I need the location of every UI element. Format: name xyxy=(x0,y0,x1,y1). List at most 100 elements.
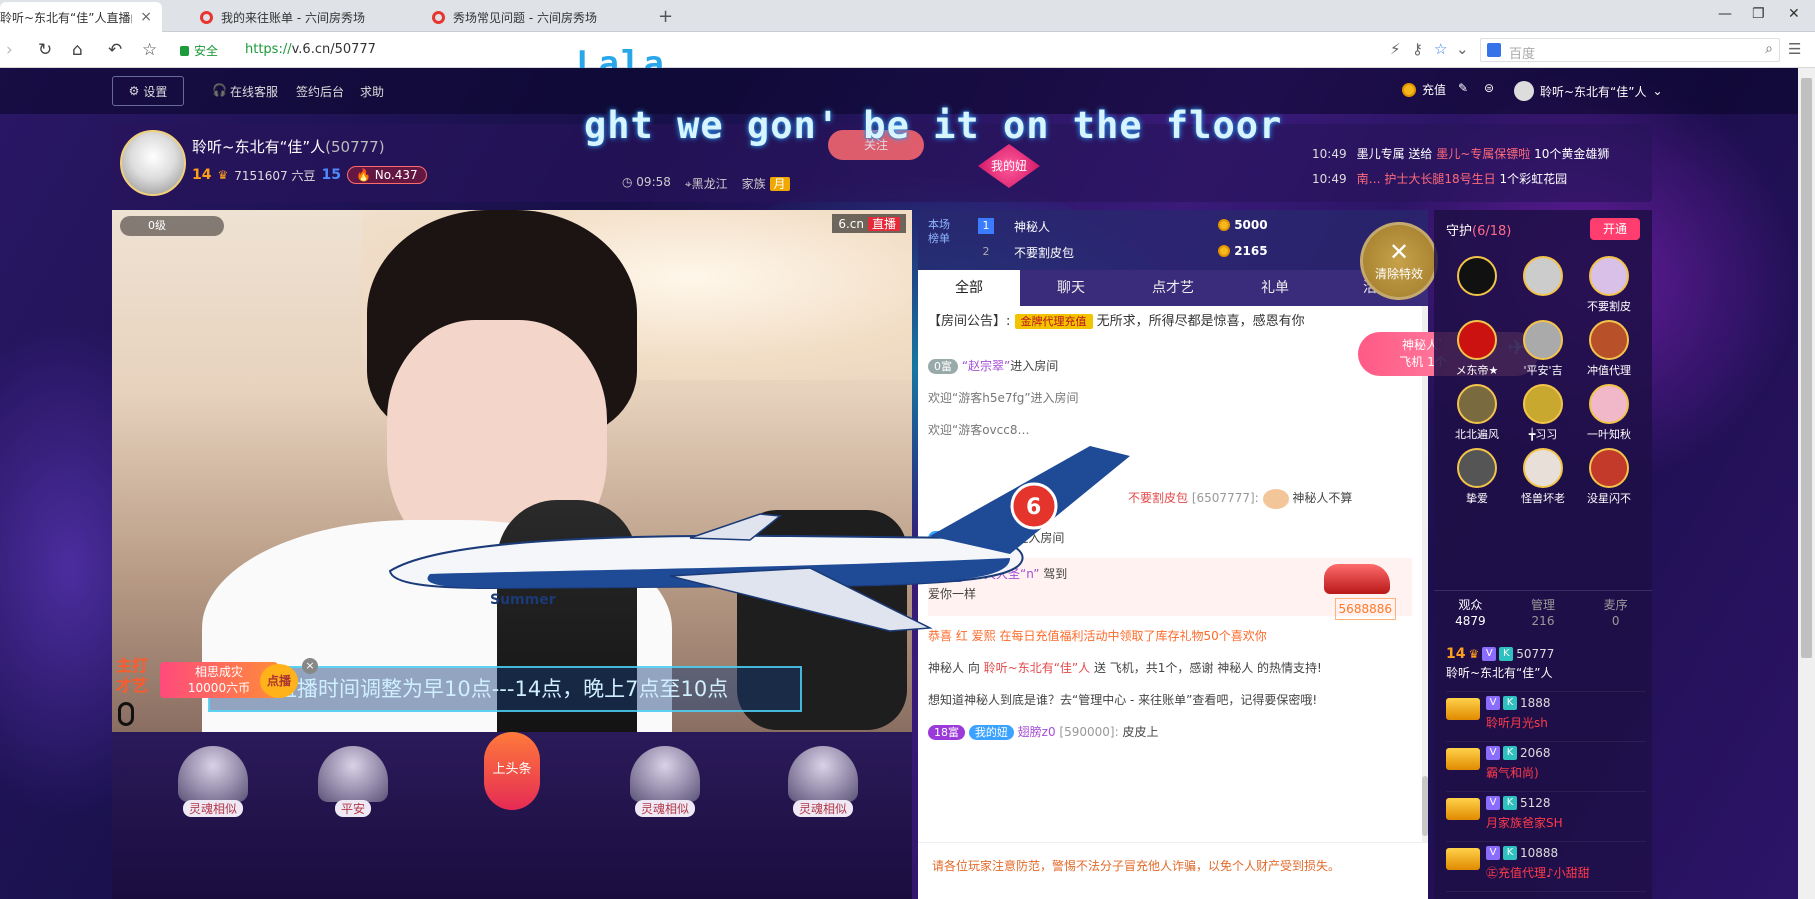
seat-label: 灵魂相似 xyxy=(792,800,853,817)
tab-mic-queue-count: 0 xyxy=(1611,614,1620,628)
guard-user[interactable]: 北北遍风 xyxy=(1444,384,1510,446)
guard-user[interactable] xyxy=(1510,256,1576,318)
guard-user[interactable]: 挚爱 xyxy=(1444,448,1510,510)
family-badge[interactable]: 月 xyxy=(769,177,790,191)
seat[interactable]: 灵魂相似 xyxy=(780,746,866,824)
tab-live-room[interactable]: 聆听~东北有“佳”人直播间 - 美女 × xyxy=(0,2,162,32)
secure-indicator[interactable]: 安全 xyxy=(180,42,218,59)
chat-user[interactable]: 不要割皮包 xyxy=(1128,491,1188,505)
guard-user[interactable]: 怪兽坏老 xyxy=(1510,448,1576,510)
audience-row[interactable]: V K 2068 霸气和尚) xyxy=(1446,742,1646,792)
announcement-text: 无所求，所得尽都是惊喜，感恩有你 xyxy=(1096,314,1305,329)
audience-row[interactable]: 14 ♛ VK 50777 聆听~东北有“佳”人 xyxy=(1446,642,1646,692)
menu-icon[interactable]: ☰ xyxy=(1788,40,1801,58)
audience-row[interactable]: V K 1888 聆听月光sh xyxy=(1446,692,1646,742)
close-icon[interactable]: × xyxy=(302,658,318,674)
chat-user[interactable]: 聆听~东北有“佳”人 xyxy=(984,661,1091,675)
ranking-header[interactable]: 本场榜单 xyxy=(928,218,958,246)
chat-text: 神秘人 向 xyxy=(928,661,984,675)
rank-badge[interactable]: 🔥 No.437 xyxy=(347,166,427,184)
scroll-thumb[interactable] xyxy=(1801,78,1812,658)
request-song-button[interactable]: 点播 xyxy=(260,664,298,698)
audience-row[interactable]: V K 10888 ㊣充值代理♪小甜甜 xyxy=(1446,842,1646,892)
tab-mic-queue[interactable]: 麦序 0 xyxy=(1579,591,1652,638)
avatar xyxy=(1262,488,1289,509)
region-value: 黑龙江 xyxy=(691,177,728,191)
undo-icon[interactable]: ↶ xyxy=(108,40,122,60)
avatar xyxy=(1457,256,1497,296)
search-icon[interactable]: ⌕ xyxy=(1765,41,1773,57)
announcement-tag[interactable]: 金牌代理充值 xyxy=(1014,314,1093,329)
minimize-button[interactable]: — xyxy=(1718,6,1732,22)
chat-user[interactable]: “.土豆c3” xyxy=(962,531,1016,545)
chat-user[interactable]: “赵宗翠” xyxy=(962,359,1010,373)
open-guard-button[interactable]: 开通 xyxy=(1590,218,1640,240)
recharge-button[interactable]: 充值 xyxy=(1402,81,1446,98)
url-field[interactable]: https://v.6.cn/50777 xyxy=(245,42,376,57)
seat[interactable]: 灵魂相似 xyxy=(170,746,256,824)
reload-icon[interactable]: ↻ xyxy=(38,40,52,60)
chat-user[interactable]: 翅膀z0 xyxy=(1018,725,1056,739)
url-scheme: https:// xyxy=(245,42,292,57)
guard-user[interactable]: 没星闪不 xyxy=(1576,448,1642,510)
message-icon[interactable]: ⊜ xyxy=(1484,81,1494,95)
online-service-link[interactable]: 在线客服 xyxy=(230,83,278,100)
audience-row[interactable]: V K 5128 月家族爸家SH xyxy=(1446,792,1646,842)
tab-faq[interactable]: 秀场常见问题 - 六间房秀场 xyxy=(418,2,648,32)
guard-user[interactable]: 不要割皮 xyxy=(1576,256,1642,318)
chat-message: 2富 “.土豆c3”进入房间 xyxy=(928,528,1412,548)
scroll-thumb[interactable] xyxy=(1422,776,1428,836)
ranking-row[interactable]: 2 不要割皮包 2165 xyxy=(978,240,1418,266)
microphone-icon[interactable] xyxy=(118,702,134,726)
close-window-button[interactable]: ✕ xyxy=(1788,6,1800,22)
live-video[interactable]: 0级 6.cn 直播 直播时间调整为早10点---14点，晚上7点至10点 主打才… xyxy=(112,210,912,732)
guard-user[interactable]: メ东帝★ xyxy=(1444,320,1510,382)
chat-message: 18富 我的妞 翅膀z0 [590000]: 皮皮上 xyxy=(928,722,1412,742)
tab-all[interactable]: 全部 xyxy=(918,270,1020,306)
seat[interactable]: 平安 xyxy=(310,746,396,824)
page-scrollbar[interactable] xyxy=(1798,68,1815,899)
seat[interactable]: 灵魂相似 xyxy=(622,746,708,824)
settings-button[interactable]: ⚙ 设置 xyxy=(112,76,184,106)
tab-bills[interactable]: 我的来往账单 - 六间房秀场 xyxy=(186,2,406,32)
sign-backend-link[interactable]: 签约后台 xyxy=(296,83,344,100)
key-icon[interactable]: ⚷ xyxy=(1412,40,1423,58)
help-link[interactable]: 求助 xyxy=(360,83,384,100)
lightning-icon[interactable]: ⚡ xyxy=(1390,40,1401,58)
rank-value-text: 5000 xyxy=(1234,218,1268,232)
gift-feed-item: 10:49 墨儿专属 送给 墨儿~专属保镖啦 10个黄金雄狮 xyxy=(1312,142,1609,167)
tab-admins[interactable]: 管理 216 xyxy=(1507,591,1580,638)
guard-user[interactable]: 一叶知秋 xyxy=(1576,384,1642,446)
guard-user[interactable]: 冲值代理 xyxy=(1576,320,1642,382)
tab-chat[interactable]: 聊天 xyxy=(1020,270,1122,306)
host-avatar[interactable] xyxy=(120,130,186,196)
search-input[interactable]: 百度 ⌕ xyxy=(1480,38,1780,62)
headline-button[interactable]: 上头条 xyxy=(484,732,540,810)
chat-scrollbar[interactable] xyxy=(1422,306,1428,842)
home-icon[interactable]: ⌂ xyxy=(72,40,83,60)
tab-talent[interactable]: 点才艺 xyxy=(1122,270,1224,306)
favorite-star-icon[interactable]: ☆ xyxy=(1434,40,1447,58)
edit-icon[interactable]: ✎ xyxy=(1458,81,1468,95)
wealth-tag: 18富 xyxy=(928,725,965,740)
close-icon[interactable]: × xyxy=(140,9,152,25)
forward-icon[interactable]: › xyxy=(6,40,13,60)
guard-user[interactable]: ╈习习 xyxy=(1510,384,1576,446)
tab-audience[interactable]: 观众 4879 xyxy=(1434,591,1507,638)
guard-user[interactable]: '平安'吉 xyxy=(1510,320,1576,382)
chevron-down-icon[interactable]: ⌄ xyxy=(1456,40,1469,58)
restore-button[interactable]: ❐ xyxy=(1752,6,1765,22)
avatar xyxy=(1457,320,1497,360)
rank-value-text: 2165 xyxy=(1234,244,1268,258)
tab-gifts[interactable]: 礼单 xyxy=(1224,270,1326,306)
new-tab-button[interactable]: + xyxy=(658,6,673,27)
user-name: 霸气和尚) xyxy=(1486,766,1539,780)
clear-effects-button[interactable]: ✕ 清除特效 xyxy=(1360,222,1438,300)
user-menu[interactable]: 聆听~东北有“佳”人 ⌄ xyxy=(1514,81,1663,101)
time-label: ◷ 09:58 xyxy=(622,175,671,189)
ranking-row[interactable]: 1 神秘人 5000 xyxy=(978,214,1418,240)
star-icon[interactable]: ☆ xyxy=(142,40,157,60)
guard-user[interactable] xyxy=(1444,256,1510,318)
time-value: 09:58 xyxy=(636,175,671,189)
chat-user[interactable]: “齐天大圣“n” xyxy=(966,567,1040,581)
